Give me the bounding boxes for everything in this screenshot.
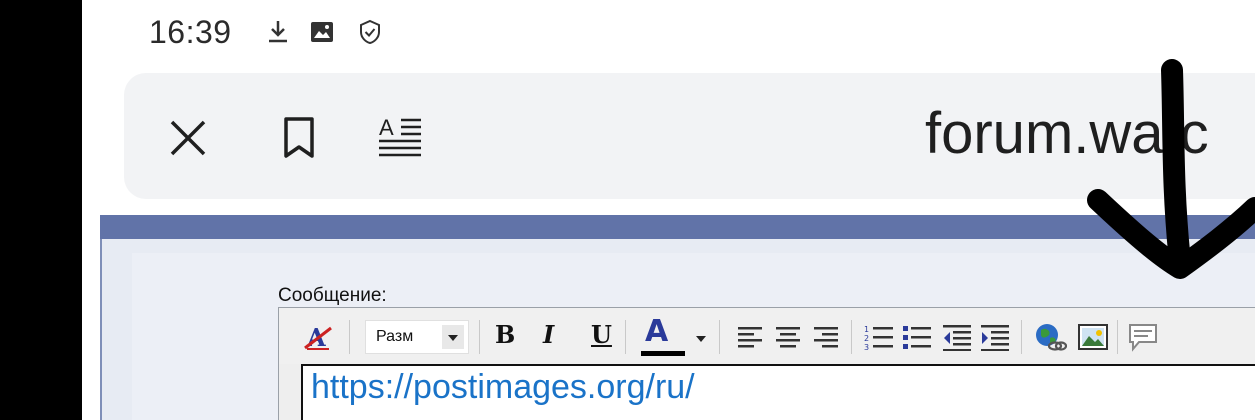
font-color-button[interactable]: A [639, 314, 689, 358]
chevron-down-icon [448, 335, 458, 341]
remove-format-icon[interactable]: A [303, 322, 333, 352]
image-icon [311, 22, 333, 42]
wysiwyg-editor: A Разм B I U A [278, 307, 1255, 420]
web-content: Сообщение: A Разм B [82, 215, 1255, 420]
underline-button[interactable]: U [591, 320, 612, 349]
bullet-list-icon[interactable] [901, 322, 933, 352]
align-center-icon[interactable] [773, 322, 803, 352]
header-band [100, 215, 1255, 239]
insert-image-icon[interactable] [1077, 322, 1109, 352]
bold-button[interactable]: B [495, 320, 515, 349]
font-size-select[interactable]: Разм [365, 320, 469, 354]
quote-icon[interactable] [1127, 322, 1159, 352]
status-bar: 16:39 [82, 0, 1255, 66]
svg-text:A: A [306, 323, 326, 352]
download-icon [269, 21, 287, 43]
toolbar-separator [1117, 320, 1118, 354]
toolbar-separator [1021, 320, 1022, 354]
toolbar-separator [349, 320, 350, 354]
toolbar-separator [719, 320, 720, 354]
svg-text:2: 2 [864, 334, 869, 343]
italic-button[interactable]: I [543, 320, 554, 349]
insert-link-icon[interactable] [1033, 322, 1067, 352]
svg-text:3: 3 [864, 343, 869, 352]
numbered-list-icon[interactable]: 1 2 3 [863, 322, 895, 352]
align-left-icon[interactable] [735, 322, 765, 352]
font-color-swatch [641, 351, 685, 356]
toolbar-separator [625, 320, 626, 354]
chevron-down-icon[interactable] [693, 322, 709, 352]
toolbar-separator [851, 320, 852, 354]
status-time: 16:39 [149, 14, 232, 50]
outdent-icon[interactable] [941, 322, 973, 352]
shield-check-icon [360, 19, 380, 45]
toolbar-separator [479, 320, 480, 354]
url-text[interactable]: forum.watc [925, 100, 1209, 167]
message-label: Сообщение: [278, 285, 387, 306]
dropdown-arrow[interactable] [442, 325, 464, 349]
editor-toolbar: A Разм B I U A [279, 308, 1255, 364]
indent-icon[interactable] [979, 322, 1011, 352]
reader-mode-icon[interactable]: A [377, 113, 425, 161]
svg-text:1: 1 [864, 325, 869, 334]
font-color-letter: A [645, 314, 669, 349]
message-textarea[interactable]: https://postimages.org/ru/ [301, 364, 1255, 420]
bookmark-icon[interactable] [282, 116, 316, 160]
textarea-value: https://postimages.org/ru/ [311, 368, 695, 406]
close-icon[interactable] [168, 118, 208, 158]
align-right-icon[interactable] [811, 322, 841, 352]
font-size-value: Разм [376, 328, 414, 345]
svg-text:A: A [379, 115, 394, 140]
phone-screen: 16:39 A forum.watc Сообщение: Разм B I U… [82, 0, 1255, 420]
